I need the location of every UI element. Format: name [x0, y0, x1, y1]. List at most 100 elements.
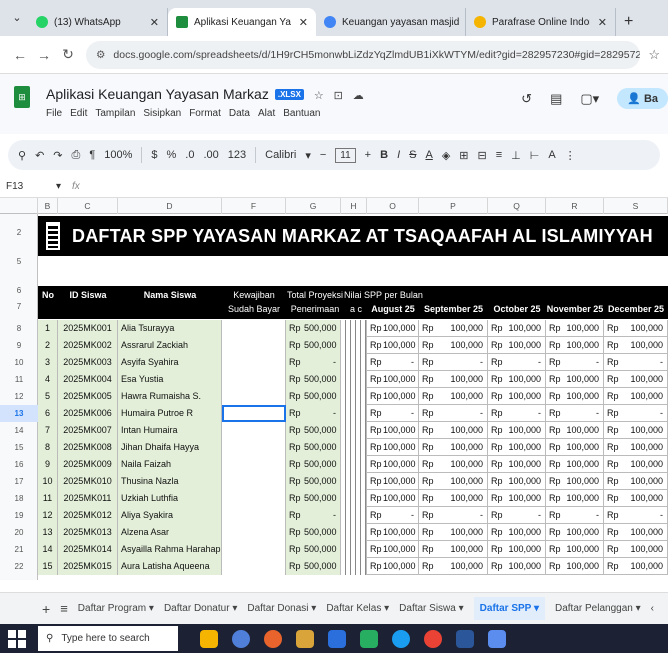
cell-rp[interactable]: Rp	[286, 456, 304, 473]
cell-rp[interactable]: Rp	[367, 507, 383, 524]
cell-no[interactable]: 12	[38, 507, 58, 524]
cell-kewajiban[interactable]	[222, 371, 286, 388]
cell-rp[interactable]: Rp	[604, 422, 620, 439]
cell-total[interactable]: 500,000	[304, 473, 341, 490]
cell-rp[interactable]: Rp	[546, 439, 562, 456]
rotate-text-icon[interactable]: A	[548, 149, 555, 161]
cell-id[interactable]: 2025MK002	[58, 337, 118, 354]
cell-rp[interactable]: Rp	[419, 337, 435, 354]
cell-month-value[interactable]: 100,000	[435, 456, 488, 473]
table-row[interactable]: 12 2025MK012 Aliya Syakira Rp - Rp - Rp - Rp - Rp - R…	[38, 507, 668, 524]
column-header[interactable]: D	[118, 198, 222, 214]
cell-no[interactable]: 9	[38, 456, 58, 473]
cell-rp[interactable]: Rp	[419, 320, 435, 337]
cell-rp[interactable]: Rp	[604, 524, 620, 541]
chrome-profile-icon[interactable]	[424, 629, 442, 648]
increase-font-size-icon[interactable]: +	[365, 149, 371, 161]
cell-rp[interactable]: Rp	[546, 337, 562, 354]
cell-rp[interactable]: Rp	[286, 388, 304, 405]
cell-rp[interactable]: Rp	[604, 354, 620, 371]
cell-rp[interactable]: Rp	[419, 422, 435, 439]
cell-rp[interactable]: Rp	[419, 558, 435, 575]
cell-rp[interactable]: Rp	[419, 388, 435, 405]
cell-rp[interactable]: Rp	[286, 422, 304, 439]
cell-name[interactable]: Aura Latisha Aqueena	[118, 558, 222, 575]
table-row[interactable]: 6 2025MK006 Humaira Putroe R Rp - Rp - Rp - Rp - Rp…	[38, 405, 668, 422]
cell-id[interactable]: 2025MK012	[58, 507, 118, 524]
cell-month-value[interactable]: 100,000	[435, 337, 488, 354]
cell-no[interactable]: 6	[38, 405, 58, 422]
cell-name[interactable]: Alzena Asar	[118, 524, 222, 541]
cell-rp[interactable]: Rp	[367, 388, 383, 405]
cell-name[interactable]: Jihan Dhaifa Hayya	[118, 439, 222, 456]
row-number[interactable]: 21	[0, 541, 38, 558]
cell-rp[interactable]: Rp	[546, 405, 562, 422]
cell-month-value[interactable]: 100,000	[620, 541, 668, 558]
cell-name[interactable]: Thusina Nazla	[118, 473, 222, 490]
undo-icon[interactable]: ↶	[35, 149, 44, 162]
row-number[interactable]: 17	[0, 473, 38, 490]
cell-no[interactable]: 11	[38, 490, 58, 507]
cell-rp[interactable]: Rp	[286, 320, 304, 337]
cell-kewajiban[interactable]	[222, 473, 286, 490]
merge-cells-icon[interactable]: ⊟	[478, 149, 487, 162]
cell-month-value[interactable]: 100,000	[620, 320, 668, 337]
table-row[interactable]: 1 2025MK001 Alia Tsurayya Rp 500,000 Rp 100,00…	[38, 320, 668, 337]
cell-month-value[interactable]: 100,000	[562, 524, 604, 541]
cell-rp[interactable]: Rp	[604, 337, 620, 354]
cell-no[interactable]: 13	[38, 524, 58, 541]
cell-rp[interactable]: Rp	[488, 337, 504, 354]
cell-month-value[interactable]: 100,000	[562, 371, 604, 388]
menu-format[interactable]: Format	[189, 108, 221, 119]
cloud-status-icon[interactable]: ☁	[353, 90, 364, 102]
browser-tab-parafrase[interactable]: Parafrase Online Indonesia 100 ✕	[466, 8, 616, 36]
cell-kewajiban[interactable]	[222, 558, 286, 575]
cell-kewajiban[interactable]	[222, 541, 286, 558]
cell-rp[interactable]: Rp	[286, 507, 304, 524]
close-tab-icon[interactable]: ✕	[459, 16, 465, 29]
cell-month-value[interactable]: 100,000	[435, 422, 488, 439]
cell-total[interactable]: 500,000	[304, 456, 341, 473]
cell-month-value[interactable]: 100,000	[620, 337, 668, 354]
table-row[interactable]: 15 2025MK015 Aura Latisha Aqueena Rp 500,000…	[38, 558, 668, 575]
cell-rp[interactable]: Rp	[604, 473, 620, 490]
cell-rp[interactable]: Rp	[419, 405, 435, 422]
table-row[interactable]: 13 2025MK013 Alzena Asar Rp 500,000 Rp 100,000…	[38, 524, 668, 541]
cell-total[interactable]: -	[304, 507, 341, 524]
close-tab-icon[interactable]: ✕	[590, 16, 607, 29]
cell-rp[interactable]: Rp	[419, 439, 435, 456]
cell-rp[interactable]: Rp	[604, 456, 620, 473]
cell-id[interactable]: 2025MK004	[58, 371, 118, 388]
cell-month-value[interactable]: 100,000	[504, 490, 546, 507]
column-header[interactable]: O	[367, 198, 419, 214]
cell-month-value[interactable]: 100,000	[562, 541, 604, 558]
cell-rp[interactable]: Rp	[488, 541, 504, 558]
cell-month-value[interactable]: 100,000	[504, 473, 546, 490]
cell-rp[interactable]: Rp	[604, 371, 620, 388]
cell-month-value[interactable]: 100,000	[383, 456, 419, 473]
cell-month-value[interactable]: 100,000	[620, 371, 668, 388]
cell-rp[interactable]: Rp	[367, 558, 383, 575]
cell-kewajiban[interactable]	[222, 507, 286, 524]
cell-rp[interactable]: Rp	[367, 456, 383, 473]
cell-id[interactable]: 2025MK008	[58, 439, 118, 456]
cell-total[interactable]: -	[304, 354, 341, 371]
back-arrow-icon[interactable]: ←	[8, 47, 32, 63]
cell-rp[interactable]: Rp	[546, 354, 562, 371]
cell-no[interactable]: 8	[38, 439, 58, 456]
row-number[interactable]: 10	[0, 354, 38, 371]
cell-rp[interactable]: Rp	[604, 388, 620, 405]
new-tab-button[interactable]: +	[616, 8, 641, 36]
cell-rp[interactable]: Rp	[419, 354, 435, 371]
chrome-icon[interactable]	[392, 629, 410, 648]
cell-rp[interactable]: Rp	[488, 354, 504, 371]
cell-no[interactable]: 4	[38, 371, 58, 388]
table-row[interactable]: 14 2025MK014 Asyailla Rahma Harahap Rp 500,0…	[38, 541, 668, 558]
cell-name[interactable]: Hawra Rumaisha S.	[118, 388, 222, 405]
row-number[interactable]: 13	[0, 405, 38, 422]
column-header[interactable]: C	[58, 198, 118, 214]
table-row[interactable]: 3 2025MK003 Asyifa Syahira Rp - Rp - Rp - Rp - Rp - R…	[38, 354, 668, 371]
cell-rp[interactable]: Rp	[488, 439, 504, 456]
wrap-icon[interactable]: ⊢	[530, 149, 540, 162]
column-header[interactable]: R	[546, 198, 604, 214]
